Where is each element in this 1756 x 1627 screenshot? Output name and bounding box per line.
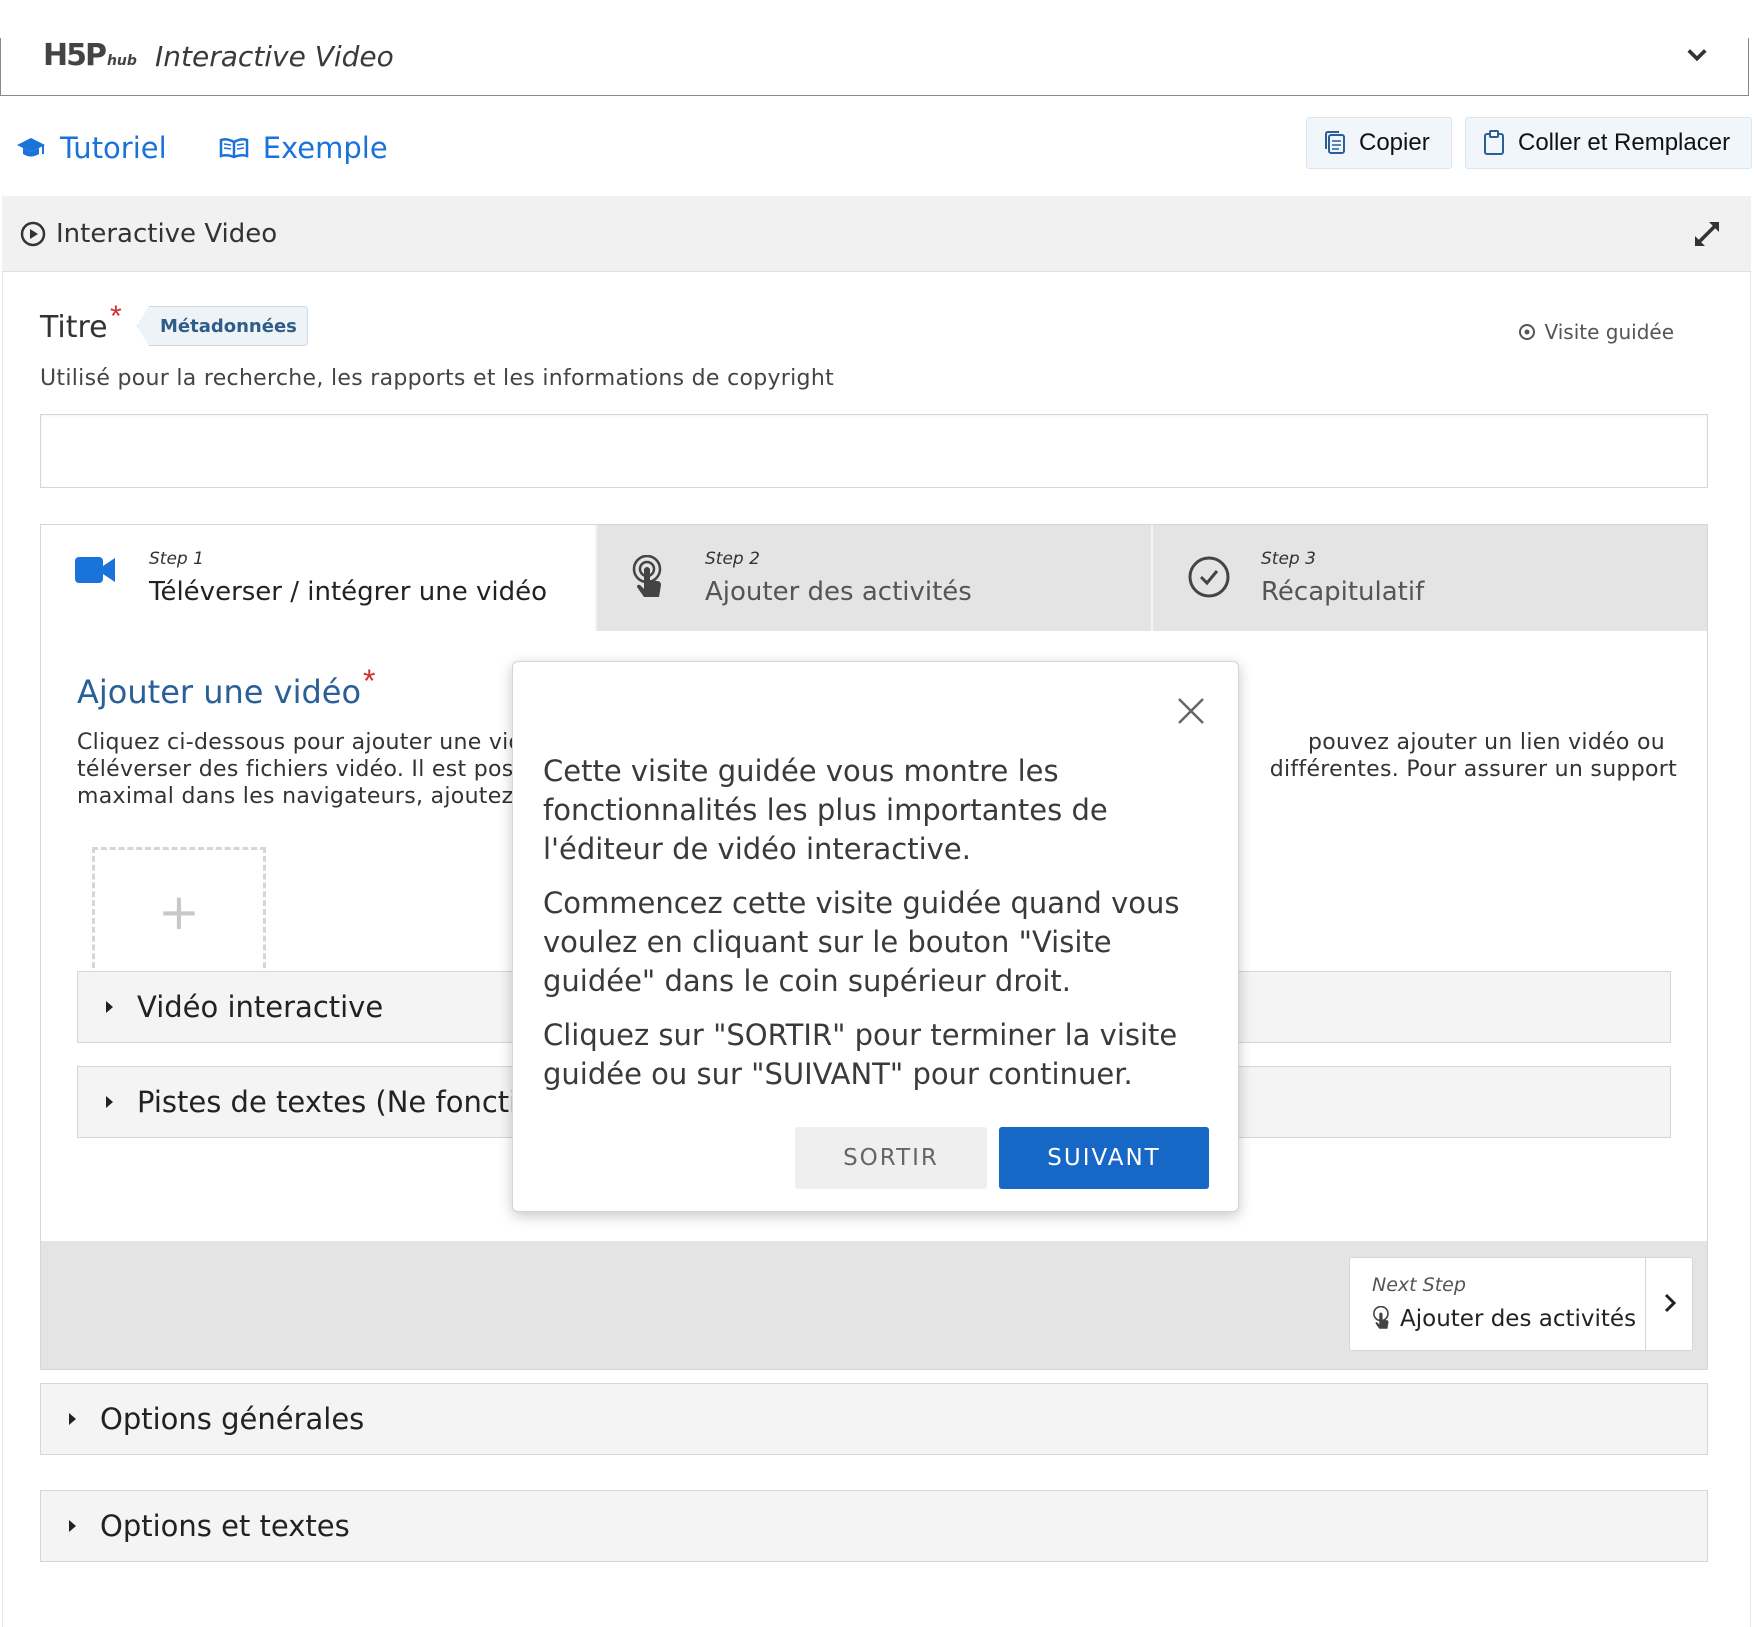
tab-step-number: Step 1: [149, 549, 204, 569]
required-mark: *: [110, 300, 122, 333]
guided-tour-popup: Cette visite guidée vous montre les fonc…: [512, 661, 1239, 1212]
title-input[interactable]: [40, 414, 1708, 488]
hub-content-type-title: Interactive Video: [155, 40, 394, 73]
accordion-label: Options générales: [100, 1402, 365, 1436]
metadata-button[interactable]: Métadonnées: [137, 306, 308, 346]
video-camera-icon: [75, 557, 115, 583]
touch-hand-icon: [632, 555, 662, 597]
caret-right-icon: [69, 1520, 76, 1532]
touch-hand-icon: [1373, 1306, 1389, 1329]
accordion-options-texts[interactable]: Options et textes: [40, 1490, 1708, 1562]
title-label: Titre: [40, 310, 108, 345]
required-mark: *: [363, 663, 376, 699]
tutorial-label: Tutoriel: [60, 131, 167, 165]
chevron-down-icon[interactable]: [1686, 44, 1708, 66]
accordion-label: Pistes de textes (Ne fonctior: [137, 1085, 547, 1119]
tab-step-3[interactable]: Step 3 Récapitulatif: [1151, 525, 1707, 631]
clipboard-icon: [1484, 130, 1504, 155]
add-video-upload-box[interactable]: +: [92, 847, 266, 977]
wizard-footer: Next Step Ajouter des activités: [41, 1241, 1707, 1369]
tab-step-number: Step 3: [1261, 549, 1316, 569]
tab-step-number: Step 2: [705, 549, 760, 569]
tour-paragraph: Commencez cette visite guidée quand vous…: [543, 886, 1180, 998]
tab-step-1[interactable]: Step 1 Téléverser / intégrer une vidéo: [41, 525, 595, 631]
tab-label: Récapitulatif: [1261, 577, 1425, 607]
tour-next-button[interactable]: SUIVANT: [999, 1127, 1209, 1189]
tab-label: Téléverser / intégrer une vidéo: [149, 577, 547, 607]
tour-text: Cette visite guidée vous montre les fonc…: [543, 752, 1223, 1109]
expand-icon[interactable]: [1691, 218, 1723, 250]
guided-tour-link[interactable]: Visite guidée: [1518, 320, 1674, 344]
tour-paragraph: Cette visite guidée vous montre les fonc…: [543, 754, 1108, 866]
tutorial-link[interactable]: Tutoriel: [16, 131, 167, 165]
next-step-button[interactable]: Next Step Ajouter des activités: [1349, 1257, 1693, 1351]
accordion-label: Options et textes: [100, 1509, 350, 1543]
copy-button[interactable]: Copier: [1306, 117, 1452, 169]
tab-step-2[interactable]: Step 2 Ajouter des activités: [595, 525, 1151, 631]
next-step-label: Ajouter des activités: [1372, 1306, 1636, 1332]
paste-replace-label: Coller et Remplacer: [1518, 129, 1731, 156]
copy-icon: [1325, 131, 1345, 154]
tab-label: Ajouter des activités: [705, 577, 972, 607]
help-links: Tutoriel Exemple: [16, 128, 440, 168]
accordion-general-options[interactable]: Options générales: [40, 1383, 1708, 1455]
wizard-tabs: Step 1 Téléverser / intégrer une vidéo S…: [41, 525, 1707, 631]
copy-label: Copier: [1359, 129, 1430, 156]
tour-paragraph: Cliquez sur "SORTIR" pour terminer la vi…: [543, 1018, 1178, 1091]
paste-replace-button[interactable]: Coller et Remplacer: [1465, 117, 1752, 169]
hub-selector-bar[interactable]: H5P hub Interactive Video: [0, 38, 1749, 96]
graduation-cap-icon: [17, 138, 45, 157]
h5p-hub-logo: H5P hub: [43, 38, 137, 73]
example-link[interactable]: Exemple: [219, 131, 388, 165]
title-description: Utilisé pour la recherche, les rapports …: [40, 366, 834, 391]
tour-exit-button[interactable]: SORTIR: [795, 1127, 987, 1189]
section-header: Interactive Video: [2, 196, 1751, 272]
divider: [1645, 1258, 1646, 1350]
guided-tour-label: Visite guidée: [1544, 320, 1674, 344]
caret-right-icon: [69, 1413, 76, 1425]
section-title: Interactive Video: [56, 218, 278, 249]
caret-right-icon: [106, 1096, 113, 1108]
caret-right-icon: [106, 1001, 113, 1013]
chevron-right-icon: [1664, 1293, 1677, 1313]
play-circle-icon: [20, 221, 46, 246]
accordion-label: Vidéo interactive: [137, 990, 384, 1024]
add-video-heading: Ajouter une vidéo: [77, 673, 362, 711]
example-label: Exemple: [262, 131, 388, 165]
next-step-caption: Next Step: [1372, 1274, 1466, 1296]
check-circle-icon: [1188, 556, 1230, 598]
open-book-icon: [219, 138, 248, 159]
close-icon[interactable]: [1176, 696, 1206, 726]
target-icon: [1519, 324, 1536, 340]
